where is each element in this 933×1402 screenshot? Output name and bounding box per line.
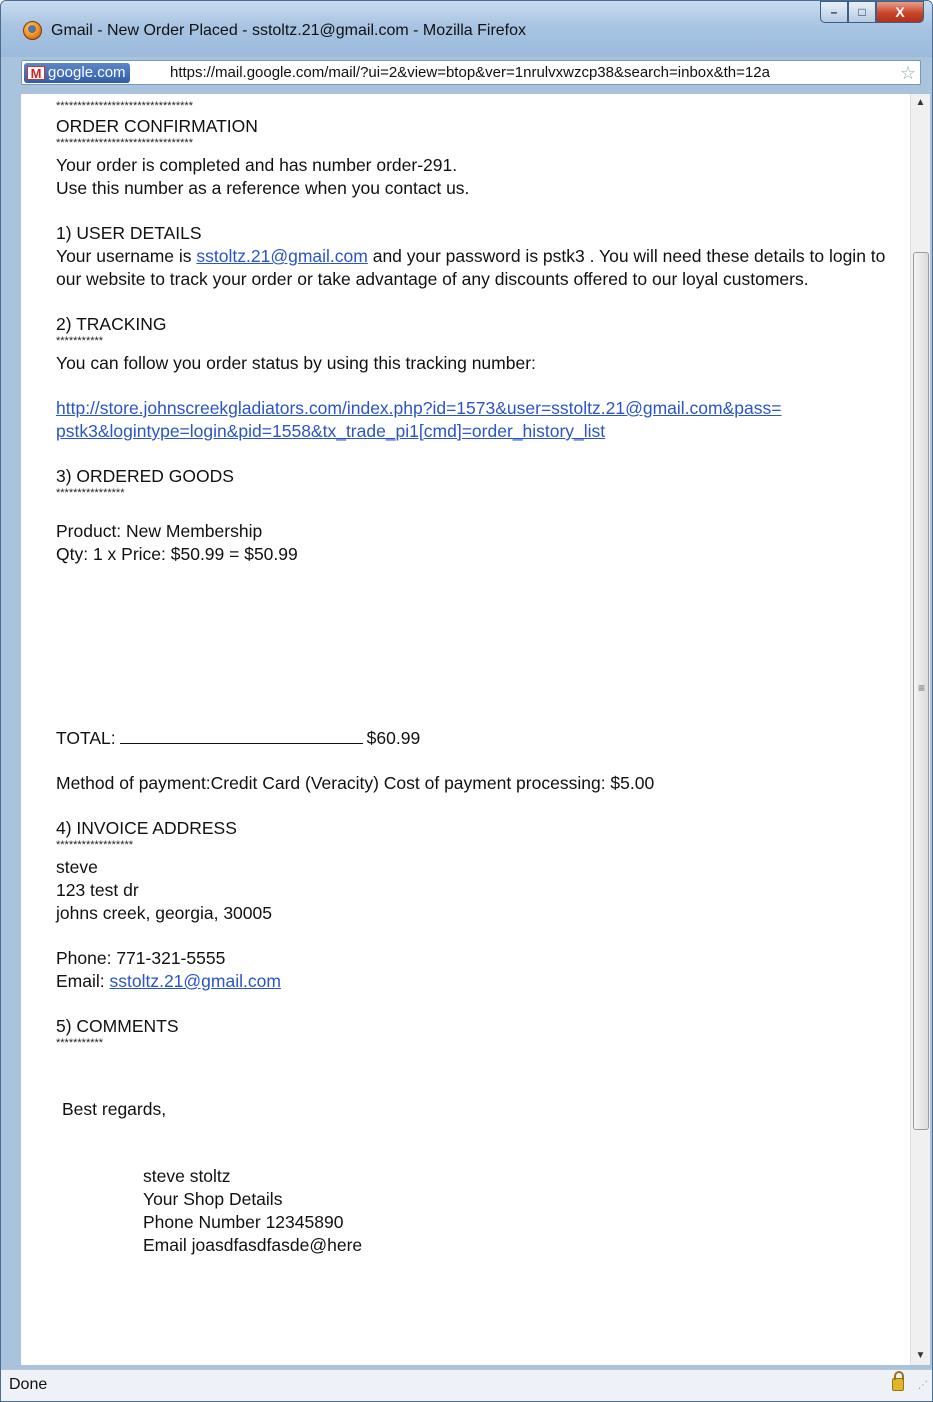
url-text[interactable]: https://mail.google.com/mail/?ui=2&view=…: [170, 64, 895, 81]
intro-line: Use this number as a reference when you …: [56, 178, 470, 198]
address-bar[interactable]: M google.com https://mail.google.com/mai…: [21, 60, 921, 85]
regards-line: Best regards,: [62, 1099, 167, 1119]
site-identity-label: google.com: [48, 64, 126, 81]
email-body: ******************************** ORDER C…: [56, 101, 896, 1257]
user-email-link[interactable]: sstoltz.21@gmail.com: [196, 246, 367, 266]
resize-grip-icon[interactable]: ⋰: [918, 1381, 928, 1391]
signature-email: Email joasdfasdfasde@here: [143, 1235, 363, 1255]
order-confirmation-heading: ORDER CONFIRMATION: [56, 116, 258, 136]
address-city: johns creek, georgia, 30005: [56, 903, 272, 923]
section-title-user-details: 1) USER DETAILS: [56, 223, 202, 243]
signature-phone: Phone Number 12345890: [143, 1212, 344, 1232]
user-details-text: Your username is sstoltz.21@gmail.com an…: [56, 246, 886, 289]
section-title-comments: 5) COMMENTS: [56, 1016, 179, 1036]
vertical-scrollbar[interactable]: ▲ ≡ ▼: [910, 94, 930, 1365]
scrollbar-thumb[interactable]: ≡: [913, 252, 929, 1130]
tracking-link[interactable]: http://store.johnscreekgladiators.com/in…: [56, 397, 896, 443]
minimize-button[interactable]: –: [820, 1, 848, 23]
page-content: ******************************** ORDER C…: [21, 94, 910, 1365]
grip-icon: ≡: [918, 681, 926, 695]
intro-line: Your order is completed and has number o…: [56, 155, 458, 175]
section-title-tracking: 2) TRACKING: [56, 314, 167, 334]
payment-line: Method of payment:Credit Card (Veracity)…: [56, 773, 655, 793]
signature-name: steve stoltz: [143, 1166, 231, 1186]
invoice-email-link[interactable]: sstoltz.21@gmail.com: [109, 971, 280, 991]
browser-window: Gmail - New Order Placed - sstoltz.21@gm…: [0, 0, 933, 1402]
signature-shop: Your Shop Details: [143, 1189, 283, 1209]
gmail-icon: M: [27, 66, 45, 80]
tracking-link-line[interactable]: http://store.johnscreekgladiators.com/in…: [56, 398, 781, 418]
site-identity-button[interactable]: M google.com: [24, 63, 130, 83]
status-text: Done: [9, 1376, 48, 1393]
divider-stars: ***********: [56, 335, 104, 347]
lock-icon[interactable]: [892, 1371, 904, 1391]
close-button[interactable]: X: [876, 1, 924, 23]
divider-stars: ***********: [56, 1037, 104, 1049]
qty-line: Qty: 1 x Price: $50.99 = $50.99: [56, 544, 298, 564]
scroll-up-button[interactable]: ▲: [911, 94, 930, 112]
divider-stars: ****************: [56, 487, 125, 499]
window-controls: – □ X: [820, 1, 924, 23]
tracking-text: You can follow you order status by using…: [56, 353, 536, 373]
star-icon[interactable]: ☆: [900, 62, 916, 84]
title-bar: Gmail - New Order Placed - sstoltz.21@gm…: [1, 1, 932, 57]
section-title-invoice-address: 4) INVOICE ADDRESS: [56, 818, 237, 838]
window-title: Gmail - New Order Placed - sstoltz.21@gm…: [51, 22, 527, 39]
address-street: 123 test dr: [56, 880, 139, 900]
status-bar: Done ⋰: [1, 1369, 932, 1401]
total-label: TOTAL:: [56, 728, 116, 748]
phone-line: Phone: 771-321-5555: [56, 948, 226, 968]
invoice-email-line: Email: sstoltz.21@gmail.com: [56, 971, 281, 991]
firefox-icon: [23, 21, 42, 40]
tracking-link-line[interactable]: pstk3&logintype=login&pid=1558&tx_trade_…: [56, 421, 605, 441]
maximize-button[interactable]: □: [848, 1, 876, 23]
address-name: steve: [56, 857, 98, 877]
divider-stars: ********************************: [56, 137, 193, 149]
total-value: $60.99: [366, 728, 421, 748]
divider-stars: ******************: [56, 839, 134, 851]
product-line: Product: New Membership: [56, 521, 263, 541]
total-line: TOTAL: $60.99: [56, 727, 896, 750]
scroll-down-button[interactable]: ▼: [911, 1347, 930, 1365]
divider-stars: ********************************: [56, 100, 193, 112]
section-title-ordered-goods: 3) ORDERED GOODS: [56, 466, 234, 486]
